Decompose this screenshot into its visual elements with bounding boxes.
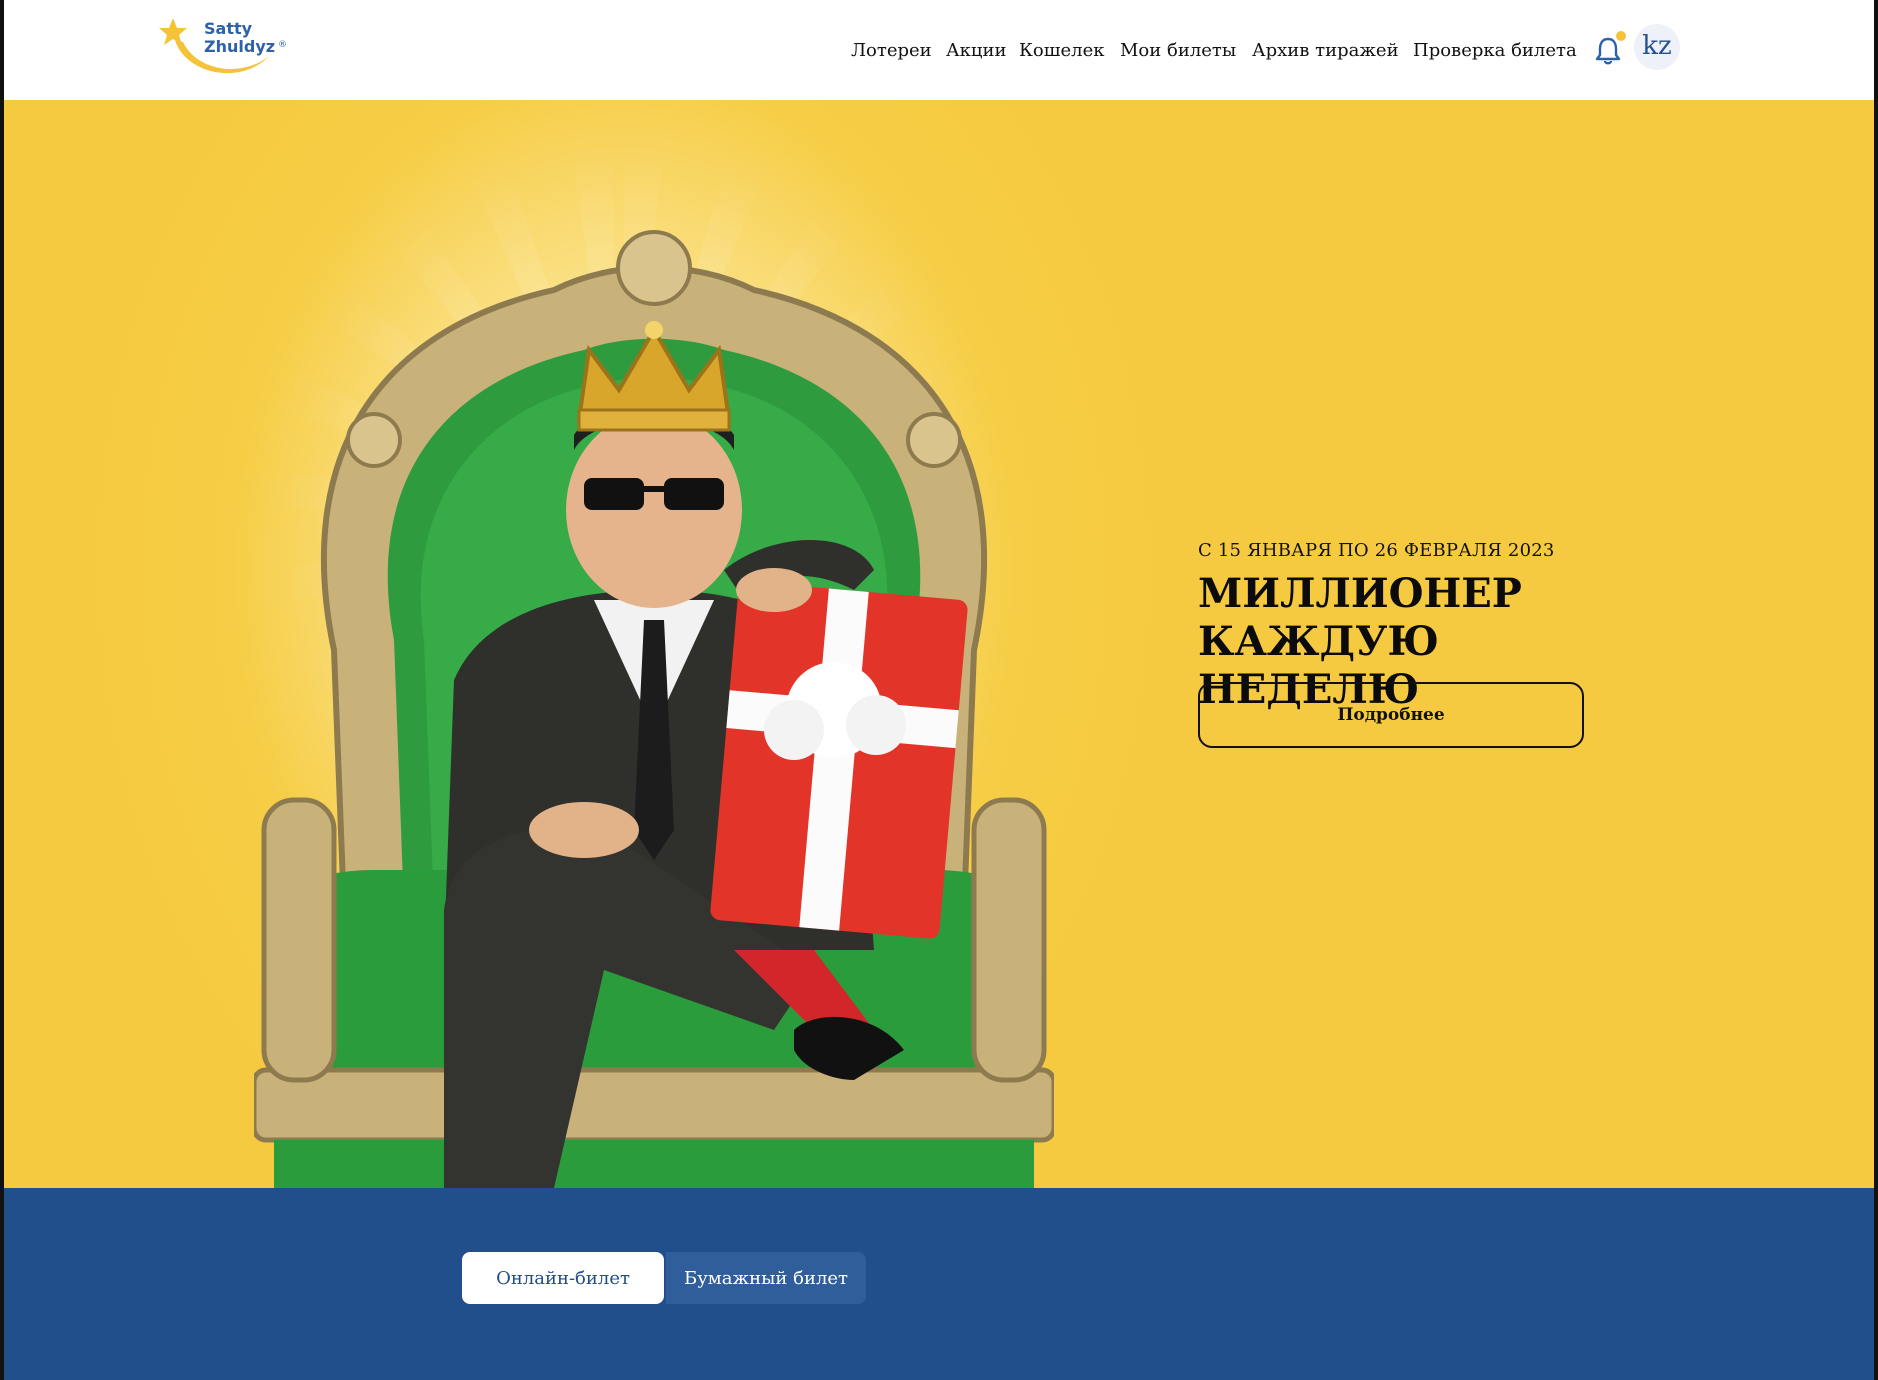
bell-icon[interactable] [1594, 36, 1622, 66]
ticket-section: Онлайн-билет Бумажный билет [4, 1188, 1874, 1380]
details-button[interactable]: Подробнее [1198, 682, 1584, 748]
brand-logo[interactable]: Satty Zhuldyz ® [159, 16, 289, 86]
nav-wallet[interactable]: Кошелек [1019, 40, 1105, 61]
site-header: Satty Zhuldyz ® Лотереи Акции Кошелек Мо… [4, 0, 1874, 100]
nav-promotions[interactable]: Акции [946, 40, 1006, 61]
nav-ticket-check[interactable]: Проверка билета [1413, 40, 1577, 61]
nav-draw-archive[interactable]: Архив тиражей [1252, 40, 1399, 61]
tab-online-ticket[interactable]: Онлайн-билет [462, 1252, 664, 1304]
nav-lotteries[interactable]: Лотереи [851, 40, 932, 61]
window-edge-right [1874, 0, 1878, 1380]
brand-wordmark: Satty Zhuldyz [204, 19, 276, 56]
promo-date: С 15 ЯНВАРЯ ПО 26 ФЕВРАЛЯ 2023 [1198, 540, 1555, 561]
hero-banner: С 15 ЯНВАРЯ ПО 26 ФЕВРАЛЯ 2023 МИЛЛИОНЕР… [4, 100, 1874, 1188]
nav-my-tickets[interactable]: Мои билеты [1120, 40, 1236, 61]
language-switcher[interactable]: kz [1634, 24, 1680, 70]
hero-illustration [254, 230, 1054, 1188]
tab-paper-ticket[interactable]: Бумажный билет [666, 1252, 866, 1304]
registered-mark: ® [278, 40, 287, 50]
notification-dot [1616, 31, 1626, 41]
gift-box [710, 581, 968, 939]
